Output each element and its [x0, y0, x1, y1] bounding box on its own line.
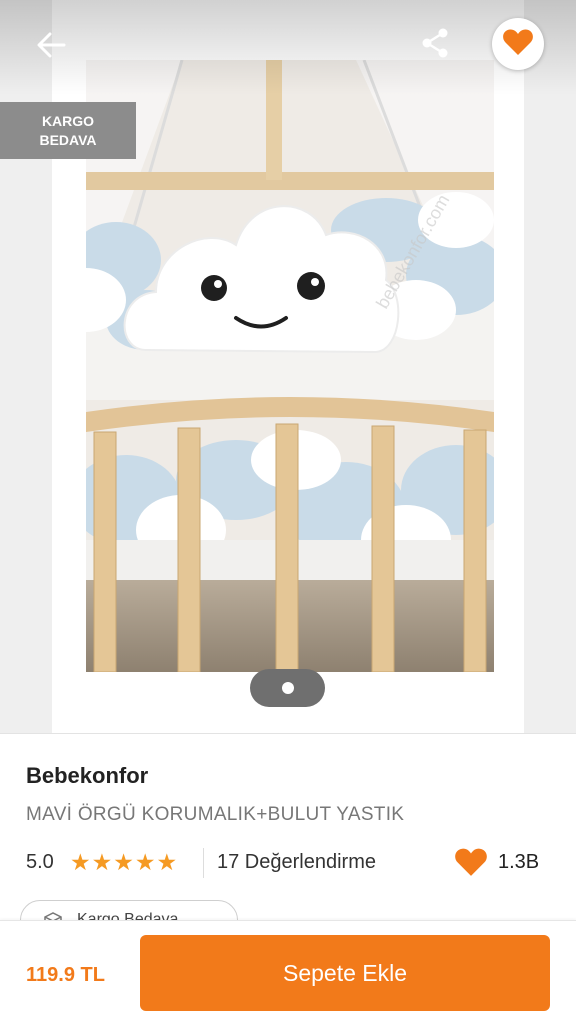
section-divider: [0, 733, 576, 734]
reviews-link[interactable]: 17 Değerlendirme: [217, 851, 376, 874]
share-icon: [419, 27, 451, 64]
star-icon: ★: [91, 849, 113, 875]
product-gallery[interactable]: bebekonfor.com KARGO BEDAVA: [0, 0, 576, 733]
share-button[interactable]: [412, 22, 458, 68]
star-icon: ★: [70, 849, 91, 875]
top-bar-shade: [0, 0, 576, 95]
rating-divider: [203, 848, 204, 878]
price: 119.9 TL: [26, 964, 105, 986]
product-title: MAVİ ÖRGÜ KORUMALIK+BULUT YASTIK: [26, 804, 405, 825]
rating-stars: ★ ★ ★ ★ ★: [70, 848, 177, 876]
product-detail-screen: bebekonfor.com KARGO BEDAVA Bebekonfor M…: [0, 0, 576, 1024]
back-button[interactable]: [28, 24, 74, 70]
heart-icon: [502, 28, 534, 61]
brand-name[interactable]: Bebekonfor: [26, 763, 148, 789]
star-icon: ★: [134, 849, 156, 875]
crib-photo-illustration: bebekonfor.com: [86, 60, 494, 672]
arrow-left-icon: [36, 32, 66, 63]
star-icon: ★: [156, 849, 178, 875]
add-to-cart-button[interactable]: Sepete Ekle: [140, 935, 550, 1011]
pager-dot-active: [281, 682, 294, 694]
rating-row: 5.0 ★ ★ ★ ★ ★ 17 Değerlendirme 1.3B: [26, 848, 550, 878]
image-pager[interactable]: [250, 669, 325, 707]
favorite-count-heart-icon: [454, 847, 488, 882]
badge-line-2: BEDAVA: [39, 131, 97, 148]
product-image[interactable]: bebekonfor.com: [86, 60, 494, 672]
favorite-button[interactable]: [492, 18, 544, 70]
badge-line-1: KARGO: [41, 112, 95, 129]
bottom-action-bar: 119.9 TL Sepete Ekle: [0, 920, 576, 1024]
rating-value: 5.0: [26, 851, 54, 873]
star-icon: ★: [113, 849, 134, 875]
free-shipping-badge: KARGO BEDAVA: [0, 102, 136, 159]
favorite-count: 1.3B: [498, 851, 540, 873]
